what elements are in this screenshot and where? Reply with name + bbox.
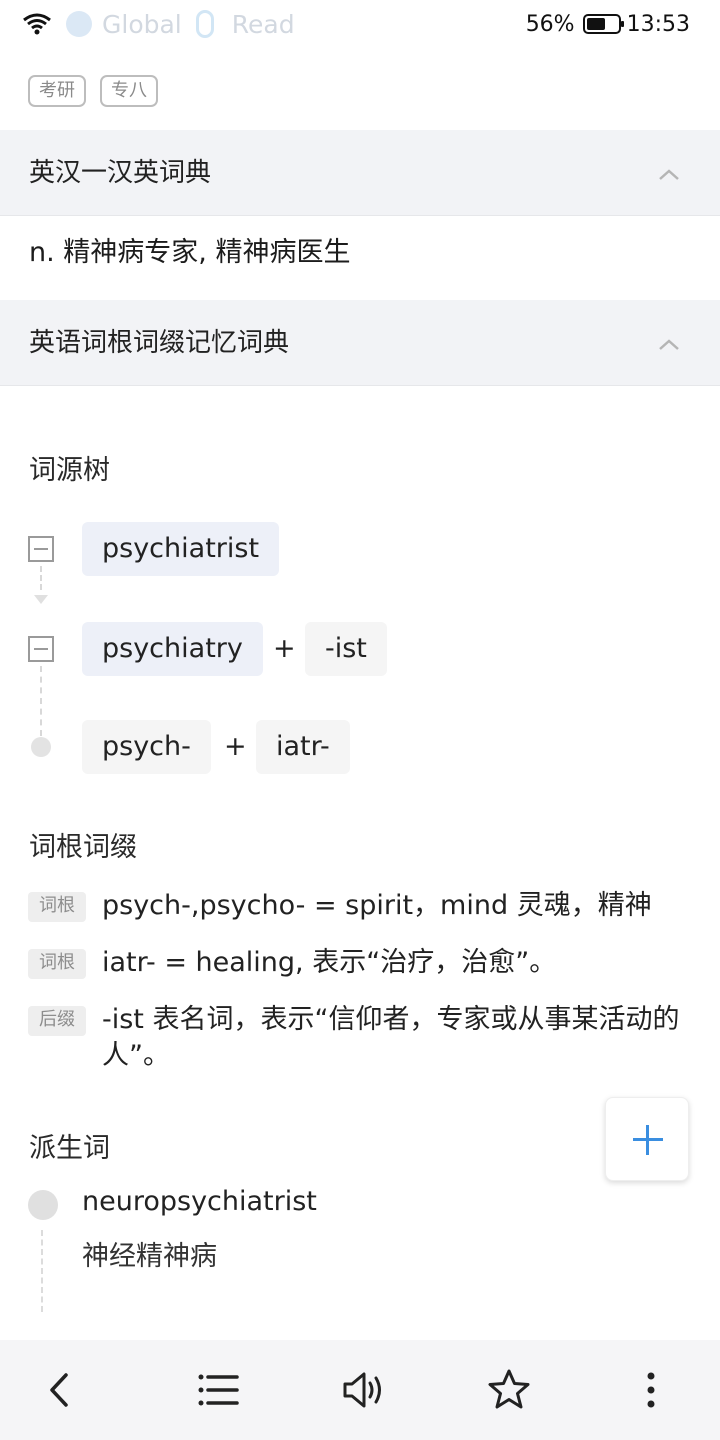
affix-row: 词根 psych-,psycho- = spirit，mind 灵魂，精神 xyxy=(28,888,698,924)
plus-sign: + xyxy=(224,731,247,762)
list-icon[interactable] xyxy=(193,1365,243,1415)
etymology-part[interactable]: psych- xyxy=(82,720,211,774)
affix-label: 后缀 xyxy=(28,1006,86,1036)
tree-arrow-icon xyxy=(34,595,48,604)
plus-sign: + xyxy=(273,633,296,664)
notification-global: Global xyxy=(66,10,182,39)
etymology-part[interactable]: iatr- xyxy=(256,720,350,774)
notification-global-label: Global xyxy=(102,9,182,39)
affix-text: iatr- = healing, 表示“治疗，治愈”。 xyxy=(102,947,557,978)
section-header-root-affix-dictionary[interactable]: 英语词根词缀记忆词典 xyxy=(0,300,720,386)
more-icon[interactable] xyxy=(626,1365,676,1415)
tag-zhuanba[interactable]: 专八 xyxy=(100,75,158,107)
status-right: 56% 13:53 xyxy=(526,6,690,42)
collapse-icon[interactable] xyxy=(28,536,54,562)
mic-icon xyxy=(195,10,214,38)
section-header-en-zh-dictionary[interactable]: 英汉一汉英词典 xyxy=(0,130,720,216)
star-icon[interactable] xyxy=(484,1365,534,1415)
derived-dot xyxy=(28,1190,58,1220)
back-icon[interactable] xyxy=(35,1365,85,1415)
affix-heading: 词根词缀 xyxy=(29,832,137,863)
notification-read: Read xyxy=(195,9,295,39)
derived-heading: 派生词 xyxy=(29,1133,110,1164)
tree-connector xyxy=(40,666,42,736)
affix-label: 词根 xyxy=(28,892,86,922)
status-left: Global Read xyxy=(22,4,295,44)
derived-word[interactable]: neuropsychiatrist xyxy=(82,1186,317,1217)
bottom-toolbar xyxy=(0,1340,720,1440)
exam-tags: 考研 专八 xyxy=(28,75,158,107)
tree-connector xyxy=(40,566,42,590)
wifi-icon xyxy=(23,13,51,35)
affix-text: psych-,psycho- = spirit，mind 灵魂，精神 xyxy=(102,890,652,921)
etymology-heading: 词源树 xyxy=(29,455,110,486)
derived-meaning: 神经精神病 xyxy=(82,1241,217,1272)
tag-kaoyan[interactable]: 考研 xyxy=(28,75,86,107)
section-title: 英汉一汉英词典 xyxy=(29,158,212,188)
clock: 13:53 xyxy=(626,11,690,37)
affix-text: -ist 表名词，表示“信仰者，专家或从事某活动的人”。 xyxy=(102,1004,680,1071)
etymology-part[interactable]: psychiatry xyxy=(82,622,263,676)
tree-leaf-dot xyxy=(31,737,51,757)
affix-row: 词根 iatr- = healing, 表示“治疗，治愈”。 xyxy=(28,945,698,981)
etymology-part[interactable]: -ist xyxy=(305,622,387,676)
collapse-icon[interactable] xyxy=(28,636,54,662)
etymology-word[interactable]: psychiatrist xyxy=(82,522,280,576)
definition: n. 精神病专家, 精神病医生 xyxy=(29,237,351,268)
chevron-up-icon[interactable] xyxy=(658,164,680,186)
affix-label: 词根 xyxy=(28,949,86,979)
battery-icon xyxy=(582,14,624,34)
status-bar: Global Read 56% 13:53 xyxy=(0,0,720,50)
global-icon xyxy=(66,11,92,37)
chevron-up-icon[interactable] xyxy=(658,334,680,356)
derived-connector xyxy=(41,1230,43,1312)
speaker-icon[interactable] xyxy=(338,1365,388,1415)
add-button[interactable] xyxy=(605,1097,689,1181)
notification-read-label: Read xyxy=(231,9,295,39)
battery-percent: 56% xyxy=(525,11,575,37)
affix-row: 后缀 -ist 表名词，表示“信仰者，专家或从事某活动的人”。 xyxy=(28,1002,698,1074)
section-title: 英语词根词缀记忆词典 xyxy=(29,328,290,358)
